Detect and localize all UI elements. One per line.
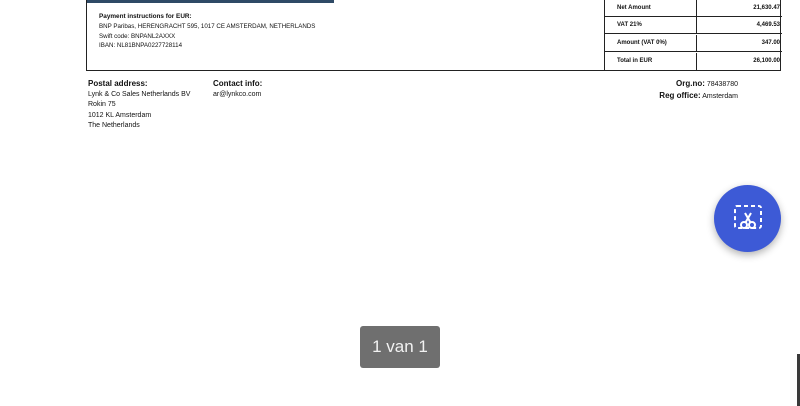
totals-value: 4,469.53 (756, 22, 780, 28)
office-label: Reg office: (659, 90, 701, 100)
totals-table: Net Amount 21,630.47 VAT 21% 4,469.53 Am… (604, 0, 782, 70)
org-label: Org.no: (676, 79, 705, 88)
totals-value: 347.00 (761, 40, 780, 46)
postal-heading: Postal address: (88, 79, 148, 88)
invoice-summary-box: Payment instructions for EUR: BNP Pariba… (86, 0, 782, 71)
scissors-selection-icon (733, 204, 762, 229)
column-divider (696, 17, 697, 33)
contact-heading: Contact info: (213, 79, 263, 88)
totals-value: 21,630.47 (753, 5, 780, 11)
payment-instructions: Payment instructions for EUR: BNP Pariba… (99, 12, 315, 51)
totals-row-vat0: Amount (VAT 0%) 347.00 (605, 35, 782, 52)
totals-value: 26,100.00 (753, 58, 780, 64)
payment-iban: IBAN: NL81BNPA0227728114 (99, 42, 183, 50)
column-divider (696, 35, 697, 51)
page-indicator: 1 van 1 (360, 326, 440, 368)
registration-info: Org.no: 78438780 Reg office: Amsterdam (600, 79, 738, 102)
postal-address: Postal address: Lynk & Co Sales Netherla… (88, 79, 190, 132)
postal-line: Lynk & Co Sales Netherlands BV (88, 90, 191, 98)
office-value: Amsterdam (702, 92, 738, 100)
totals-row-total: Total in EUR 26,100.00 (605, 53, 782, 70)
postal-line: Rokin 75 (88, 101, 116, 108)
payment-bank: BNP Paribas, HERENGRACHT 595, 1017 CE AM… (99, 22, 316, 30)
totals-label: VAT 21% (617, 22, 642, 28)
postal-line: 1012 KL Amsterdam (88, 111, 152, 119)
totals-label: Amount (VAT 0%) (617, 40, 667, 46)
reg-office-row: Reg office: Amsterdam (600, 91, 738, 103)
column-divider (696, 0, 697, 16)
totals-row-net: Net Amount 21,630.47 (605, 0, 782, 17)
org-value: 78438780 (706, 81, 738, 88)
totals-label: Net Amount (617, 5, 651, 11)
column-divider (696, 53, 697, 70)
payment-swift: Swift code: BNPANL2AXXX (99, 32, 176, 40)
totals-label: Total in EUR (617, 58, 653, 64)
totals-row-vat: VAT 21% 4,469.53 (605, 17, 782, 34)
contact-email: ar@lynkco.com (213, 90, 262, 98)
snip-button[interactable] (714, 185, 781, 252)
org-number-row: Org.no: 78438780 (600, 79, 738, 91)
payment-title: Payment instructions for EUR: (99, 13, 192, 20)
contact-info: Contact info: ar@lynkco.com (213, 79, 262, 100)
postal-line: The Netherlands (88, 122, 140, 129)
